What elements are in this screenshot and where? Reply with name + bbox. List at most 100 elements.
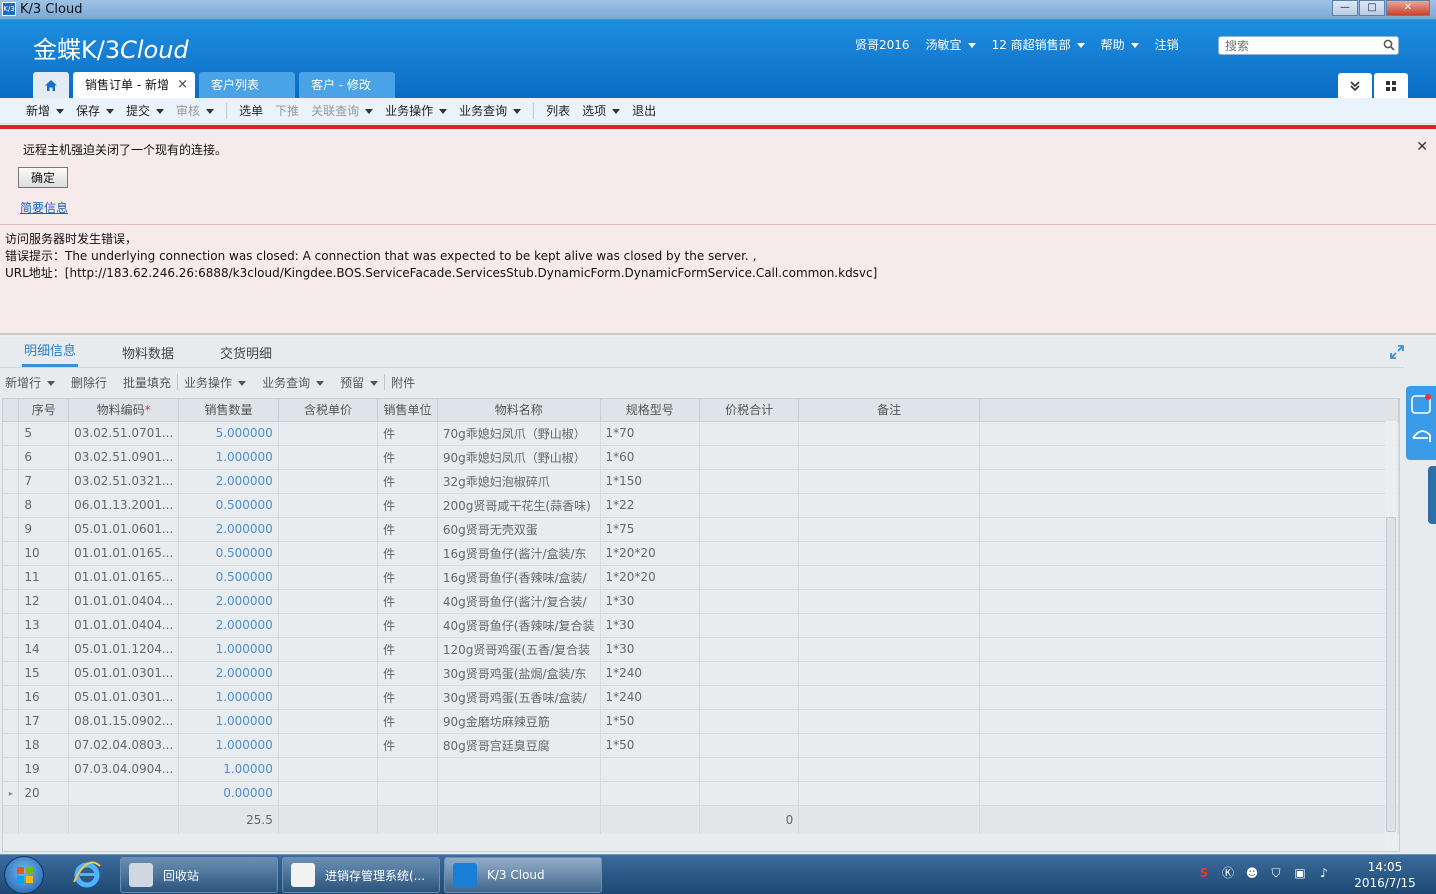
caret-down-icon[interactable]: [370, 380, 379, 386]
cell-total[interactable]: [699, 661, 800, 686]
cell-sales-qty[interactable]: 0.00000: [178, 781, 279, 806]
cell-sales-unit[interactable]: 件: [377, 565, 438, 590]
row-indicator[interactable]: ▸: [3, 781, 20, 806]
tab-material-data[interactable]: 物料数据: [120, 343, 176, 367]
cell-total[interactable]: [699, 469, 800, 494]
search-input[interactable]: [1219, 37, 1379, 54]
cell-total[interactable]: [699, 589, 800, 614]
cell-seq[interactable]: 15: [18, 661, 70, 686]
table-row[interactable]: 13 01.01.01.0404... 2.000000 件 40g贤哥鱼仔(香辣味/复…: [3, 613, 1399, 638]
toolbar-push-down[interactable]: 下推: [275, 102, 299, 119]
collapse-header-button[interactable]: [1338, 73, 1372, 98]
nav-user-menu[interactable]: 汤敏宜: [926, 36, 976, 53]
cell-material-name[interactable]: [437, 781, 601, 806]
cell-material-name[interactable]: [437, 757, 601, 782]
tab-customer-list[interactable]: 客户列表: [198, 72, 295, 98]
close-error-icon[interactable]: ✕: [1416, 139, 1428, 155]
cell-sales-qty[interactable]: 5.000000: [178, 421, 279, 446]
cell-total[interactable]: [699, 565, 800, 590]
cell-material-code[interactable]: 01.01.01.0404...: [68, 589, 180, 614]
cell-seq[interactable]: 13: [18, 613, 70, 638]
toolbar-business-query[interactable]: 业务查询: [459, 102, 522, 119]
toolbar-list[interactable]: 列表: [546, 102, 570, 119]
toolbar-business-ops[interactable]: 业务操作: [385, 102, 448, 119]
cell-note[interactable]: [798, 781, 980, 806]
tab-customer-edit[interactable]: 客户 - 修改: [298, 72, 395, 98]
cell-spec[interactable]: 1*30: [600, 637, 700, 662]
cell-sales-unit[interactable]: [377, 757, 438, 782]
cell-sales-qty[interactable]: 1.00000: [178, 757, 279, 782]
cell-material-name[interactable]: 30g贤哥鸡蛋(五香味/盒装/: [437, 685, 601, 710]
cell-material-code[interactable]: 03.02.51.0901...: [68, 445, 180, 470]
cell-note[interactable]: [798, 445, 980, 470]
col-header-note[interactable]: 备注: [798, 399, 980, 422]
cell-material-name[interactable]: 32g乖媳妇泡椒碎爪: [437, 469, 601, 494]
cell-sales-qty[interactable]: 2.000000: [178, 613, 279, 638]
caret-down-icon[interactable]: [56, 109, 65, 114]
cell-seq[interactable]: 17: [18, 709, 70, 734]
cell-tax-price[interactable]: [278, 517, 379, 542]
cell-tax-price[interactable]: [278, 493, 379, 518]
cell-spec[interactable]: 1*240: [600, 685, 700, 710]
cell-total[interactable]: [699, 517, 800, 542]
table-row[interactable]: 12 01.01.01.0404... 2.000000 件 40g贤哥鱼仔(酱汁/复合…: [3, 589, 1399, 614]
table-row[interactable]: 7 03.02.51.0321... 2.000000 件 32g乖媳妇泡椒碎爪 1*15…: [3, 469, 1399, 494]
row-indicator[interactable]: [3, 733, 20, 758]
cell-material-code[interactable]: 07.03.04.0904...: [68, 757, 180, 782]
cell-note[interactable]: [798, 493, 980, 518]
cell-total[interactable]: [699, 493, 800, 518]
nav-org[interactable]: 贤哥2016: [855, 36, 910, 53]
col-header-seq[interactable]: 序号: [18, 399, 70, 422]
table-row[interactable]: 15 05.01.01.0301... 2.000000 件 30g贤哥鸡蛋(盐焗/盒装…: [3, 661, 1399, 686]
cell-material-code[interactable]: 03.02.51.0321...: [68, 469, 180, 494]
cell-tax-price[interactable]: [278, 685, 379, 710]
cell-seq[interactable]: 5: [18, 421, 70, 446]
cell-spec[interactable]: 1*150: [600, 469, 700, 494]
table-row[interactable]: 11 01.01.01.0165... 0.500000 件 16g贤哥鱼仔(香辣味/盒…: [3, 565, 1399, 590]
table-row[interactable]: 6 03.02.51.0901... 1.000000 件 90g乖媳妇凤爪（野山椒） 1…: [3, 445, 1399, 470]
cell-note[interactable]: [798, 709, 980, 734]
cell-sales-qty[interactable]: 1.000000: [178, 445, 279, 470]
cell-tax-price[interactable]: [278, 661, 379, 686]
cell-material-name[interactable]: 200g贤哥咸干花生(蒜香味): [437, 493, 601, 518]
taskbar-inventory-system[interactable]: 进销存管理系统(...: [282, 857, 440, 893]
cell-spec[interactable]: 1*50: [600, 709, 700, 734]
cell-sales-qty[interactable]: 1.000000: [178, 685, 279, 710]
cell-spec[interactable]: 1*22: [600, 493, 700, 518]
cell-tax-price[interactable]: [278, 589, 379, 614]
cell-note[interactable]: [798, 469, 980, 494]
cell-sales-unit[interactable]: 件: [377, 709, 438, 734]
ok-button[interactable]: 确定: [18, 167, 68, 188]
cell-sales-unit[interactable]: 件: [377, 685, 438, 710]
cell-note[interactable]: [798, 733, 980, 758]
cell-note[interactable]: [798, 565, 980, 590]
cell-spec[interactable]: 1*50: [600, 733, 700, 758]
cell-total[interactable]: [699, 781, 800, 806]
cell-tax-price[interactable]: [278, 637, 379, 662]
taskbar-recycle-bin[interactable]: 回收站: [120, 857, 278, 893]
cell-spec[interactable]: 1*30: [600, 613, 700, 638]
cell-spec[interactable]: [600, 757, 700, 782]
row-indicator[interactable]: [3, 685, 20, 710]
cell-note[interactable]: [798, 637, 980, 662]
app-grid-button[interactable]: [1374, 73, 1408, 98]
cell-total[interactable]: [699, 685, 800, 710]
cell-tax-price[interactable]: [278, 781, 379, 806]
tab-detail-info[interactable]: 明细信息: [22, 340, 79, 367]
cell-sales-unit[interactable]: 件: [377, 589, 438, 614]
col-header-tax-price[interactable]: 含税单价: [278, 399, 379, 422]
grid-scrollbar[interactable]: [1385, 421, 1397, 851]
table-row[interactable]: ▸ 20 0.00000: [3, 781, 1399, 806]
cell-material-code[interactable]: 07.02.04.0803...: [68, 733, 180, 758]
cell-sales-qty[interactable]: 1.000000: [178, 709, 279, 734]
cell-note[interactable]: [798, 589, 980, 614]
cell-note[interactable]: [798, 757, 980, 782]
search-icon[interactable]: [1383, 39, 1395, 51]
qq-icon[interactable]: ☻: [1244, 865, 1260, 881]
col-header-sales-qty[interactable]: 销售数量: [178, 399, 279, 422]
cell-seq[interactable]: 11: [18, 565, 70, 590]
toolbar-options[interactable]: 选项: [582, 102, 621, 119]
cell-tax-price[interactable]: [278, 733, 379, 758]
table-row[interactable]: 19 07.03.04.0904... 1.00000: [3, 757, 1399, 782]
cell-total[interactable]: [699, 541, 800, 566]
